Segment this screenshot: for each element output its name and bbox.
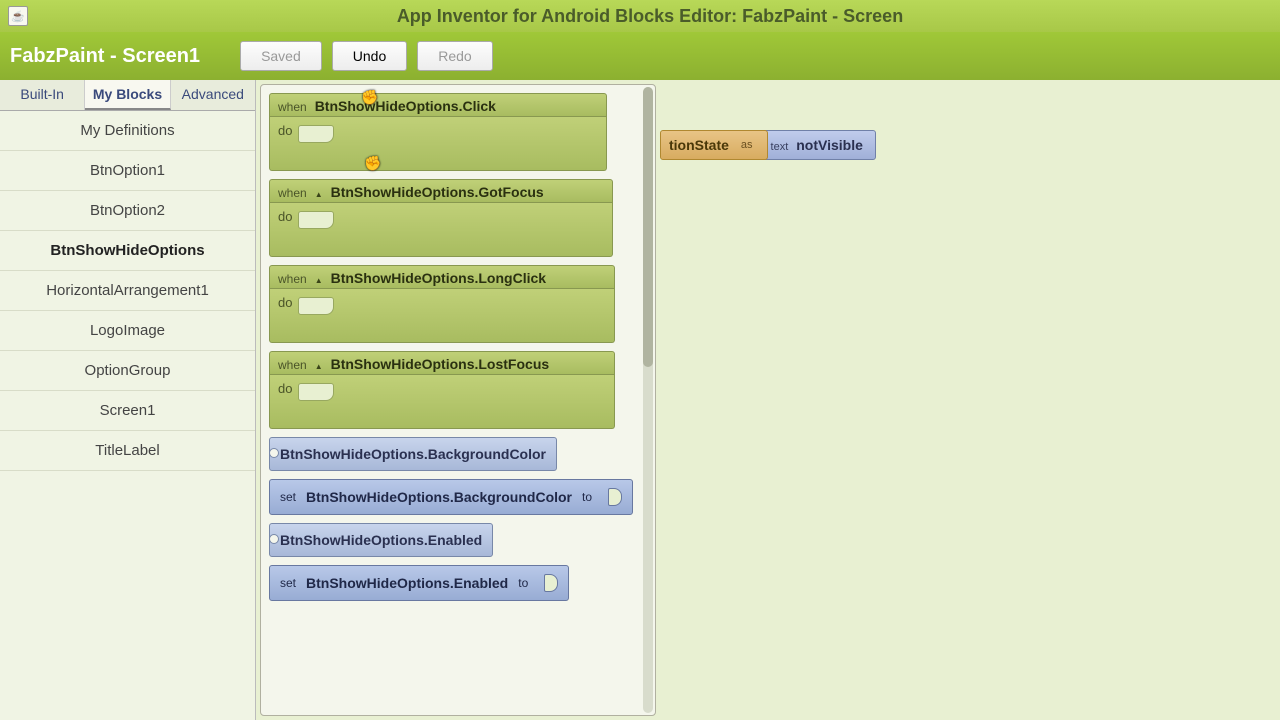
event-name: BtnShowHideOptions.LongClick <box>331 270 546 286</box>
tab-builtin[interactable]: Built-In <box>0 80 85 110</box>
workspace-blocks[interactable]: tionState as text notVisible <box>660 130 876 160</box>
event-block[interactable]: when ▲ BtnShowHideOptions.GotFocus do <box>269 179 613 257</box>
screen-name-label: FabzPaint - Screen1 <box>10 45 200 68</box>
component-item[interactable]: HorizontalArrangement1 <box>0 271 255 311</box>
do-keyword: do <box>278 209 292 224</box>
blocks-palette: Built-In My Blocks Advanced My Definitio… <box>0 80 256 720</box>
component-item[interactable]: Screen1 <box>0 391 255 431</box>
when-keyword: when <box>278 100 307 114</box>
event-name: BtnShowHideOptions.Click <box>315 98 496 114</box>
event-name: BtnShowHideOptions.LostFocus <box>331 356 550 372</box>
when-keyword: when <box>278 186 307 200</box>
when-keyword: when <box>278 272 307 286</box>
to-keyword: to <box>582 490 592 504</box>
component-item[interactable]: BtnOption1 <box>0 151 255 191</box>
do-keyword: do <box>278 123 292 138</box>
set-keyword: set <box>280 576 296 590</box>
set-keyword: set <box>280 490 296 504</box>
variable-name: tionState <box>669 137 729 153</box>
event-block[interactable]: when BtnShowHideOptions.Click do <box>269 93 607 171</box>
component-list: My DefinitionsBtnOption1BtnOption2BtnSho… <box>0 111 255 471</box>
saved-button[interactable]: Saved <box>240 41 322 71</box>
redo-button[interactable]: Redo <box>417 41 492 71</box>
text-keyword: text <box>771 141 789 153</box>
value-socket[interactable] <box>608 488 622 506</box>
component-item[interactable]: LogoImage <box>0 311 255 351</box>
component-item[interactable]: BtnShowHideOptions <box>0 231 255 271</box>
palette-tabs: Built-In My Blocks Advanced <box>0 80 255 111</box>
window-title: App Inventor for Android Blocks Editor: … <box>28 6 1272 27</box>
main-area: Built-In My Blocks Advanced My Definitio… <box>0 80 1280 720</box>
block-flyout: when BtnShowHideOptions.Click do when ▲ BtnSh… <box>260 84 656 716</box>
text-value: notVisible <box>796 137 863 153</box>
component-item[interactable]: OptionGroup <box>0 351 255 391</box>
window-titlebar: ☕ App Inventor for Android Blocks Editor… <box>0 0 1280 32</box>
do-keyword: do <box>278 295 292 310</box>
event-name: BtnShowHideOptions.GotFocus <box>331 184 544 200</box>
collapse-icon: ▲ <box>315 276 323 285</box>
toolbar: FabzPaint - Screen1 Saved Undo Redo <box>0 32 1280 80</box>
component-item[interactable]: My Definitions <box>0 111 255 151</box>
getter-block[interactable]: BtnShowHideOptions.Enabled <box>269 523 493 557</box>
grab-cursor-icon <box>364 155 380 171</box>
undo-button[interactable]: Undo <box>332 41 407 71</box>
component-item[interactable]: BtnOption2 <box>0 191 255 231</box>
event-block[interactable]: when ▲ BtnShowHideOptions.LongClick do <box>269 265 615 343</box>
setter-block[interactable]: set BtnShowHideOptions.Enabled to <box>269 565 569 601</box>
collapse-icon: ▲ <box>315 362 323 371</box>
when-keyword: when <box>278 358 307 372</box>
property-name: BtnShowHideOptions.BackgroundColor <box>306 489 572 505</box>
as-keyword: as <box>741 139 753 151</box>
do-keyword: do <box>278 381 292 396</box>
to-keyword: to <box>518 576 528 590</box>
def-variable-block[interactable]: tionState as <box>660 130 768 160</box>
property-name: BtnShowHideOptions.Enabled <box>306 575 508 591</box>
flyout-scroll-thumb[interactable] <box>643 87 653 367</box>
do-slot[interactable] <box>298 297 334 315</box>
component-item[interactable]: TitleLabel <box>0 431 255 471</box>
do-slot[interactable] <box>298 125 334 143</box>
text-value-block[interactable]: text notVisible <box>762 130 876 160</box>
getter-block[interactable]: BtnShowHideOptions.BackgroundColor <box>269 437 557 471</box>
tab-advanced[interactable]: Advanced <box>171 80 255 110</box>
value-socket[interactable] <box>544 574 558 592</box>
setter-block[interactable]: set BtnShowHideOptions.BackgroundColor to <box>269 479 633 515</box>
tab-myblocks[interactable]: My Blocks <box>85 80 170 110</box>
do-slot[interactable] <box>298 383 334 401</box>
do-slot[interactable] <box>298 211 334 229</box>
collapse-icon: ▲ <box>315 190 323 199</box>
event-block[interactable]: when ▲ BtnShowHideOptions.LostFocus do <box>269 351 615 429</box>
workspace-canvas[interactable]: when BtnShowHideOptions.Click do when ▲ BtnSh… <box>256 80 1280 720</box>
flyout-scrollbar[interactable] <box>643 87 653 713</box>
java-icon: ☕ <box>8 6 28 26</box>
